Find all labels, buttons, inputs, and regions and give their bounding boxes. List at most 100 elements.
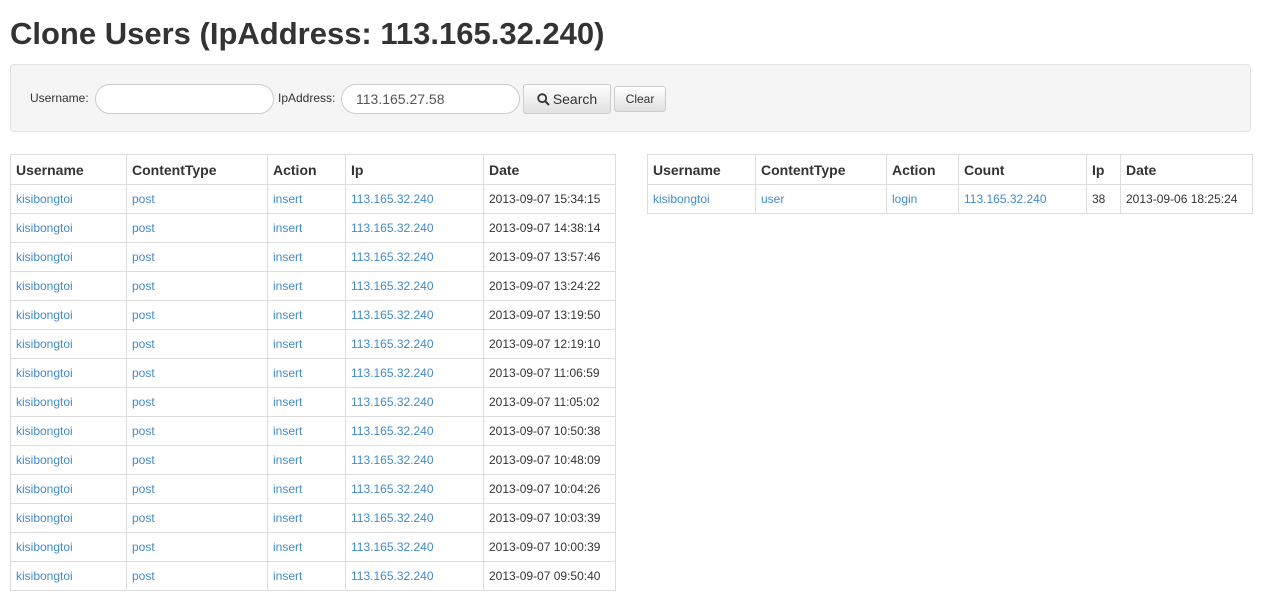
column-header: Date <box>1120 154 1253 185</box>
table-cell: insert <box>267 242 346 272</box>
cell-link[interactable]: insert <box>273 279 302 293</box>
table-row: kisibongtoi post insert 113.165.32.240 2013-… <box>10 474 616 504</box>
cell-link[interactable]: 113.165.32.240 <box>351 366 434 380</box>
cell-link[interactable]: insert <box>273 250 302 264</box>
cell-link[interactable]: insert <box>273 337 302 351</box>
username-input[interactable] <box>95 84 274 114</box>
cell-link[interactable]: 113.165.32.240 <box>351 511 434 525</box>
table-cell: kisibongtoi <box>10 329 127 359</box>
cell-link[interactable]: insert <box>273 453 302 467</box>
cell-link[interactable]: post <box>132 482 155 496</box>
cell-link[interactable]: 113.165.32.240 <box>351 569 434 583</box>
cell-link[interactable]: kisibongtoi <box>16 366 73 380</box>
cell-link[interactable]: kisibongtoi <box>16 569 73 583</box>
table-cell: kisibongtoi <box>10 561 127 591</box>
cell-link[interactable]: post <box>132 569 155 583</box>
cell-link[interactable]: 113.165.32.240 <box>351 250 434 264</box>
cell-link[interactable]: 113.165.32.240 <box>351 540 434 554</box>
table-cell: post <box>126 561 268 591</box>
cell-link[interactable]: login <box>892 192 917 206</box>
cell-link[interactable]: kisibongtoi <box>16 453 73 467</box>
cell-link[interactable]: insert <box>273 482 302 496</box>
table-cell: 2013-09-07 11:06:59 <box>483 358 616 388</box>
cell-link[interactable]: kisibongtoi <box>16 337 73 351</box>
cell-link[interactable]: kisibongtoi <box>16 395 73 409</box>
table-cell: post <box>126 416 268 446</box>
table-cell: insert <box>267 329 346 359</box>
cell-link[interactable]: kisibongtoi <box>16 511 73 525</box>
cell-link[interactable]: 113.165.32.240 <box>351 424 434 438</box>
cell-link[interactable]: post <box>132 424 155 438</box>
table-row: kisibongtoi post insert 113.165.32.240 2013-… <box>10 387 616 417</box>
table-cell: 113.165.32.240 <box>345 358 484 388</box>
cell-link[interactable]: 113.165.32.240 <box>351 453 434 467</box>
table-cell: insert <box>267 271 346 301</box>
cell-link[interactable]: post <box>132 453 155 467</box>
cell-link[interactable]: kisibongtoi <box>653 192 710 206</box>
cell-link[interactable]: kisibongtoi <box>16 221 73 235</box>
table-cell: insert <box>267 416 346 446</box>
table-cell: post <box>126 242 268 272</box>
cell-link[interactable]: insert <box>273 192 302 206</box>
ipaddress-input[interactable]: 113.165.27.58 <box>341 84 520 114</box>
table-cell: kisibongtoi <box>647 184 756 214</box>
cell-link[interactable]: insert <box>273 511 302 525</box>
cell-link[interactable]: post <box>132 540 155 554</box>
table-cell: 113.165.32.240 <box>958 184 1087 214</box>
cell-link[interactable]: insert <box>273 221 302 235</box>
table-cell: 2013-09-07 13:24:22 <box>483 271 616 301</box>
cell-link[interactable]: post <box>132 337 155 351</box>
cell-link[interactable]: post <box>132 366 155 380</box>
cell-link[interactable]: insert <box>273 569 302 583</box>
cell-link[interactable]: insert <box>273 366 302 380</box>
cell-link[interactable]: kisibongtoi <box>16 192 73 206</box>
cell-link[interactable]: kisibongtoi <box>16 308 73 322</box>
table-cell: 2013-09-07 10:48:09 <box>483 445 616 475</box>
cell-link[interactable]: post <box>132 250 155 264</box>
table-cell: 38 <box>1086 184 1121 214</box>
table-cell: 113.165.32.240 <box>345 387 484 417</box>
table-row: kisibongtoi post insert 113.165.32.240 2013-… <box>10 503 616 533</box>
cell-link[interactable]: kisibongtoi <box>16 250 73 264</box>
clear-button[interactable]: Clear <box>614 86 666 112</box>
cell-link[interactable]: insert <box>273 308 302 322</box>
table-cell: kisibongtoi <box>10 213 127 243</box>
cell-link[interactable]: 113.165.32.240 <box>351 395 434 409</box>
table-row: kisibongtoi post insert 113.165.32.240 2013-… <box>10 271 616 301</box>
cell-link[interactable]: post <box>132 308 155 322</box>
cell-link[interactable]: 113.165.32.240 <box>351 192 434 206</box>
table-row: kisibongtoi post insert 113.165.32.240 2013-… <box>10 300 616 330</box>
cell-link[interactable]: kisibongtoi <box>16 540 73 554</box>
cell-link[interactable]: kisibongtoi <box>16 482 73 496</box>
cell-link[interactable]: post <box>132 192 155 206</box>
table-cell: post <box>126 213 268 243</box>
table-cell: kisibongtoi <box>10 184 127 214</box>
table-cell: post <box>126 358 268 388</box>
cell-link[interactable]: 113.165.32.240 <box>351 279 434 293</box>
cell-link[interactable]: insert <box>273 395 302 409</box>
cell-link[interactable]: 113.165.32.240 <box>351 337 434 351</box>
table-cell: kisibongtoi <box>10 300 127 330</box>
cell-link[interactable]: post <box>132 395 155 409</box>
search-button[interactable]: Search <box>523 84 611 114</box>
table-cell: post <box>126 271 268 301</box>
table-row: kisibongtoi post insert 113.165.32.240 2013-… <box>10 358 616 388</box>
cell-link[interactable]: 113.165.32.240 <box>351 482 434 496</box>
cell-link[interactable]: insert <box>273 540 302 554</box>
cell-link[interactable]: kisibongtoi <box>16 424 73 438</box>
cell-link[interactable]: insert <box>273 424 302 438</box>
cell-link[interactable]: user <box>761 192 784 206</box>
cell-link[interactable]: post <box>132 221 155 235</box>
cell-link[interactable]: 113.165.32.240 <box>964 192 1047 206</box>
table-cell: post <box>126 300 268 330</box>
cell-link[interactable]: post <box>132 279 155 293</box>
table-cell: insert <box>267 213 346 243</box>
table-cell: 113.165.32.240 <box>345 329 484 359</box>
table-cell: insert <box>267 300 346 330</box>
cell-link[interactable]: post <box>132 511 155 525</box>
cell-link[interactable]: 113.165.32.240 <box>351 221 434 235</box>
column-header: Count <box>958 154 1087 185</box>
table-cell: 113.165.32.240 <box>345 242 484 272</box>
cell-link[interactable]: 113.165.32.240 <box>351 308 434 322</box>
cell-link[interactable]: kisibongtoi <box>16 279 73 293</box>
